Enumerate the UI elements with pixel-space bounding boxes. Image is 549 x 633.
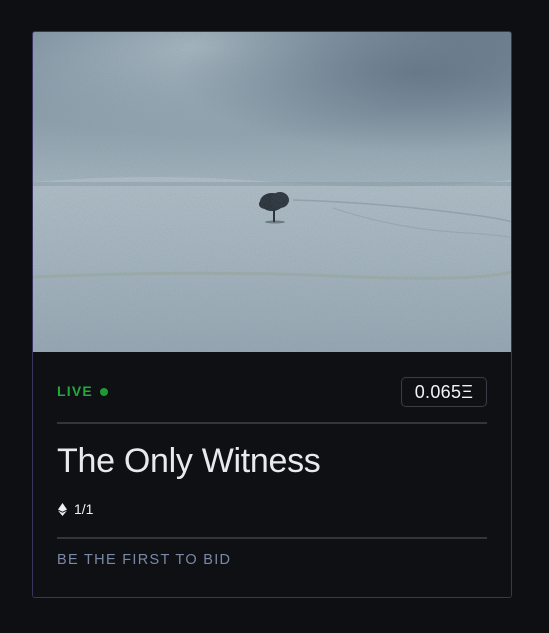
edition-count: 1/1 [74, 501, 94, 517]
divider [57, 537, 487, 539]
bid-prompt[interactable]: BE THE FIRST TO BID [57, 552, 231, 568]
artwork-title[interactable]: The Only Witness [57, 442, 321, 481]
nft-card[interactable]: LIVE 0.065Ξ The Only Witness 1/1 BE THE … [32, 31, 512, 598]
price-badge: 0.065Ξ [401, 377, 487, 407]
divider [57, 422, 487, 424]
live-status: LIVE [57, 383, 108, 399]
live-label: LIVE [57, 383, 93, 399]
live-dot-icon [99, 388, 108, 396]
artwork-image[interactable] [33, 32, 511, 352]
edition-info: 1/1 [58, 501, 93, 517]
ethereum-icon [58, 502, 67, 516]
card-info: LIVE 0.065Ξ The Only Witness 1/1 BE THE … [33, 352, 511, 597]
